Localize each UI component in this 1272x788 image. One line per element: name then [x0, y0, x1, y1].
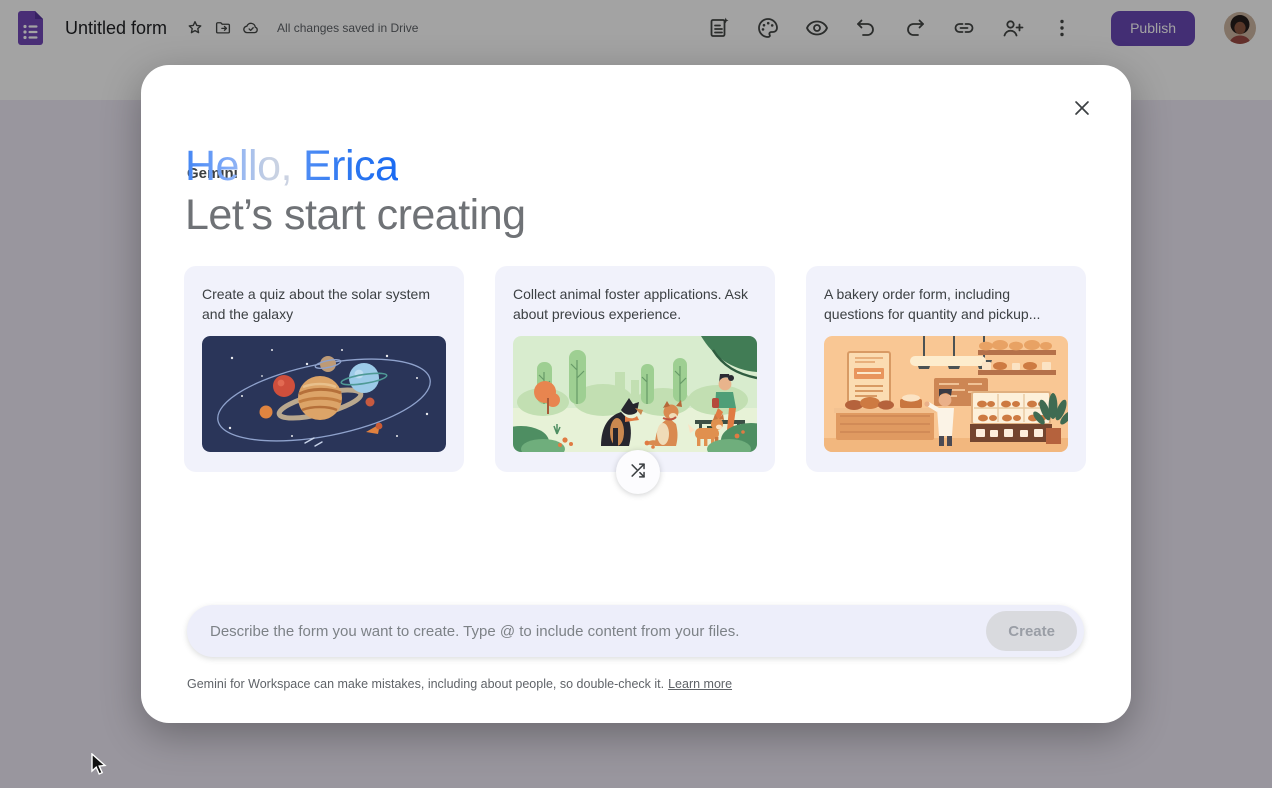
google-forms-app: Untitled form: [0, 0, 1272, 788]
park-dogs-illustration: [513, 336, 757, 452]
suggestion-card-animal-foster[interactable]: Collect animal foster applications. Ask …: [495, 266, 775, 472]
shuffle-icon: [629, 461, 648, 483]
prompt-input-bar: Create: [187, 605, 1084, 657]
learn-more-link[interactable]: Learn more: [668, 677, 732, 691]
card-prompt: Collect animal foster applications. Ask …: [513, 284, 757, 324]
card-prompt: A bakery order form, including questions…: [824, 284, 1068, 324]
suggestion-cards: Create a quiz about the solar system and…: [184, 266, 1086, 472]
greeting-subtitle: Let’s start creating: [185, 191, 526, 240]
suggestion-card-solar-system[interactable]: Create a quiz about the solar system and…: [184, 266, 464, 472]
create-button[interactable]: Create: [986, 611, 1077, 651]
greeting-name: Erica: [303, 142, 398, 190]
close-icon: [1071, 97, 1093, 122]
card-prompt: Create a quiz about the solar system and…: [202, 284, 446, 324]
greeting-hello: Hello,: [185, 142, 292, 190]
disclaimer-body: Gemini for Workspace can make mistakes, …: [187, 677, 664, 691]
prompt-input[interactable]: [187, 605, 977, 657]
solar-system-illustration: [202, 336, 446, 452]
gemini-dialog: Gemini Hello,Erica Let’s start creating …: [141, 65, 1131, 723]
bakery-illustration: [824, 336, 1068, 452]
greeting-heading: Hello,Erica Let’s start creating: [185, 142, 526, 240]
shuffle-suggestions-button[interactable]: [616, 450, 660, 494]
suggestion-card-bakery[interactable]: A bakery order form, including questions…: [806, 266, 1086, 472]
disclaimer-text: Gemini for Workspace can make mistakes, …: [187, 677, 732, 691]
close-button[interactable]: [1068, 95, 1096, 123]
